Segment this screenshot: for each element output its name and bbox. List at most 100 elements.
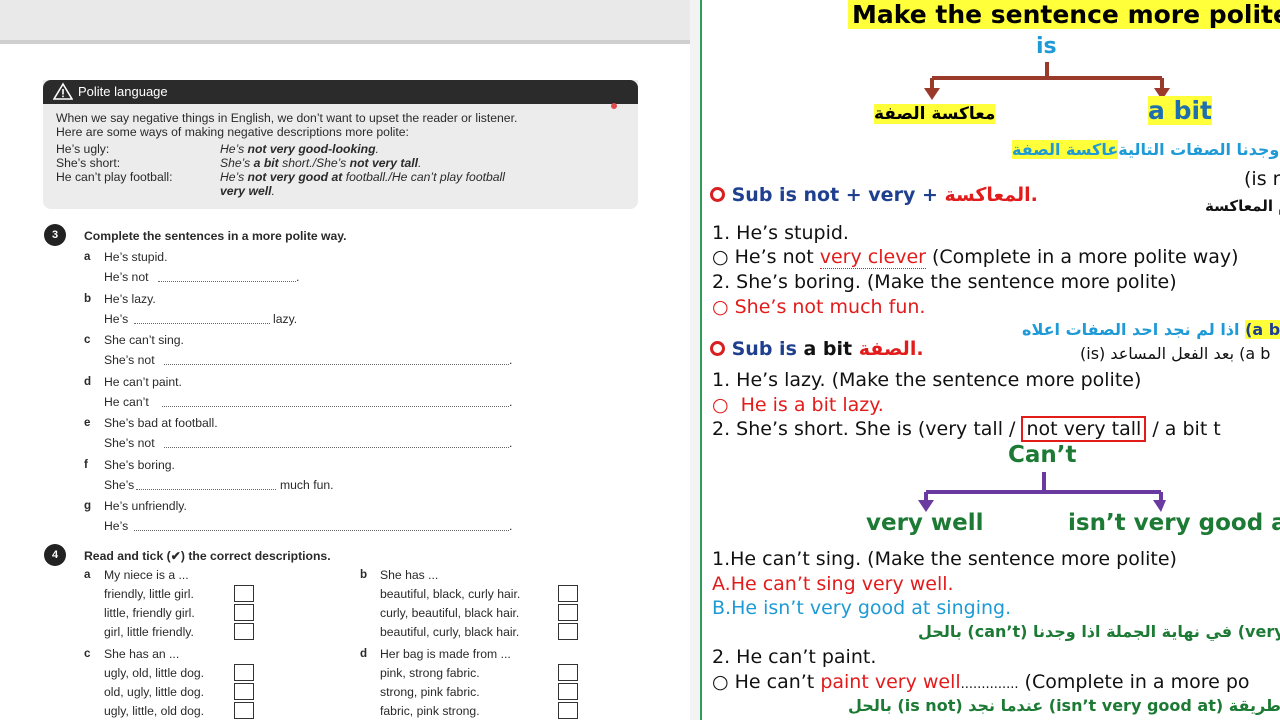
option-label: little, friendly girl. bbox=[104, 606, 195, 620]
warning-icon bbox=[53, 82, 73, 100]
arabic-note-5: بالحل (is not) عندما نجد (isn’t very goo… bbox=[848, 696, 1280, 715]
answer-blank[interactable] bbox=[134, 530, 509, 531]
answer-blank[interactable] bbox=[136, 489, 276, 490]
item-answer-start: He’s bbox=[104, 312, 129, 326]
exercise-instruction: Complete the sentences in a more polite … bbox=[84, 229, 347, 243]
cut-text: (is r bbox=[1244, 168, 1280, 190]
item-answer-end: . bbox=[509, 436, 513, 450]
group-title: My niece is a ... bbox=[104, 568, 189, 582]
item-letter: e bbox=[84, 416, 91, 429]
explanation-board: Make the sentence more polite is معاكسة … bbox=[702, 0, 1280, 720]
tick-checkbox[interactable] bbox=[558, 623, 578, 640]
sentence-5: 1.He can’t sing. (Make the sentence more… bbox=[712, 548, 1177, 570]
tick-checkbox[interactable] bbox=[558, 604, 578, 621]
bullet-circle-icon bbox=[710, 187, 725, 202]
item-answer-end: much fun. bbox=[280, 478, 334, 492]
item-answer-end: . bbox=[509, 519, 513, 533]
answer-blank[interactable] bbox=[164, 364, 509, 365]
item-letter: f bbox=[84, 458, 88, 471]
sentence-5-answer-b: B.He isn’t very good at singing. bbox=[712, 597, 1012, 619]
item-question: He’s lazy. bbox=[104, 292, 156, 306]
answer-blank[interactable] bbox=[158, 281, 296, 282]
arabic-note-4: بالحل (can’t) في نهاية الجملة اذا وجدنا … bbox=[918, 622, 1280, 641]
example-text-cont: very well. bbox=[220, 184, 275, 198]
bullet-circle-icon bbox=[710, 341, 725, 356]
sentence-1: 1. He’s stupid. bbox=[712, 222, 849, 244]
item-answer-start: He’s not bbox=[104, 270, 149, 284]
tick-checkbox[interactable] bbox=[234, 623, 254, 640]
item-answer-start: She’s not bbox=[104, 353, 155, 367]
tick-checkbox[interactable] bbox=[234, 585, 254, 602]
option-label: fabric, pink strong. bbox=[380, 704, 480, 718]
cursor-dot bbox=[611, 103, 617, 109]
option-label: old, ugly, little dog. bbox=[104, 685, 205, 699]
option-label: pink, strong fabric. bbox=[380, 666, 480, 680]
item-answer-end: . bbox=[509, 395, 513, 409]
item-question: She can’t sing. bbox=[104, 333, 184, 347]
answer-blank[interactable] bbox=[162, 406, 509, 407]
isnt-very-good-label: isn’t very good a bbox=[1068, 510, 1280, 536]
board-title: Make the sentence more polite bbox=[848, 0, 1280, 29]
sentence-3: 1. He’s lazy. (Make the sentence more po… bbox=[712, 369, 1142, 391]
tick-checkbox[interactable] bbox=[558, 585, 578, 602]
item-letter: c bbox=[84, 333, 91, 346]
example-text: He’s not very good-looking. bbox=[220, 142, 379, 156]
sentence-2: 2. She’s boring. (Make the sentence more… bbox=[712, 271, 1177, 293]
group-letter: d bbox=[360, 647, 368, 660]
item-answer-start: He’s bbox=[104, 519, 129, 533]
item-question: He can’t paint. bbox=[104, 375, 182, 389]
arabic-note-cut: م المعاكسة bbox=[1205, 197, 1280, 215]
arabic-note-2: اذا لم نجد احد الصفات اعلاه (a bit bbox=[1022, 320, 1280, 339]
tick-checkbox[interactable] bbox=[234, 702, 254, 719]
group-title: She has an ... bbox=[104, 647, 180, 661]
sentence-4: 2. She’s short. She is (very tall / not … bbox=[712, 416, 1221, 442]
example-text: He’s not very good at football./He can’t… bbox=[220, 170, 505, 184]
box-title: Polite language bbox=[78, 84, 168, 99]
option-label: curly, beautiful, black hair. bbox=[380, 606, 520, 620]
rule-1: Sub is not + very + المعاكسة. bbox=[710, 184, 1038, 206]
sentence-6: 2. He can’t paint. bbox=[712, 646, 877, 668]
item-answer-end: lazy. bbox=[273, 312, 298, 326]
tick-checkbox[interactable] bbox=[558, 683, 578, 700]
item-answer-start: She’s bbox=[104, 478, 135, 492]
item-answer-start: She’s not bbox=[104, 436, 155, 450]
example-label: She’s short: bbox=[56, 156, 121, 170]
group-title: Her bag is made from ... bbox=[380, 647, 511, 661]
exercise-number: 3 bbox=[44, 224, 66, 246]
example-text: She’s a bit short./She’s not very tall. bbox=[220, 156, 422, 170]
answer-blank[interactable] bbox=[164, 447, 509, 448]
answer-blank[interactable] bbox=[134, 323, 270, 324]
very-well-label: very well bbox=[866, 510, 984, 536]
textbook-page: Polite language When we say negative thi… bbox=[0, 0, 690, 720]
tick-checkbox[interactable] bbox=[234, 683, 254, 700]
exercise-instruction: Read and tick (✔) the correct descriptio… bbox=[84, 549, 331, 563]
item-answer-start: He can’t bbox=[104, 395, 149, 409]
example-label: He’s ugly: bbox=[56, 142, 110, 156]
item-question: He’s unfriendly. bbox=[104, 499, 187, 513]
group-letter: a bbox=[84, 568, 91, 581]
sentence-6-answer: ○ He can’t paint very well..............… bbox=[712, 671, 1250, 693]
item-answer-end: . bbox=[509, 353, 513, 367]
tick-checkbox[interactable] bbox=[234, 664, 254, 681]
page-top-gray-band bbox=[0, 0, 690, 40]
branch-arrows-2 bbox=[918, 472, 1166, 512]
option-label: strong, pink fabric. bbox=[380, 685, 480, 699]
cant-label: Can’t bbox=[1008, 442, 1077, 468]
page-gutter bbox=[690, 0, 700, 720]
option-label: beautiful, black, curly hair. bbox=[380, 587, 521, 601]
item-answer-end: . bbox=[296, 270, 300, 284]
sentence-2-answer: ○ She’s not much fun. bbox=[712, 296, 926, 318]
item-question: She’s bad at football. bbox=[104, 416, 218, 430]
option-label: friendly, little girl. bbox=[104, 587, 194, 601]
tick-checkbox[interactable] bbox=[234, 604, 254, 621]
is-label: is bbox=[1036, 34, 1057, 59]
tick-checkbox[interactable] bbox=[558, 702, 578, 719]
option-label: ugly, old, little dog. bbox=[104, 666, 205, 680]
arabic-note-1: اذا وجدنا الصفات التاليةعاكسة الصفة bbox=[1012, 140, 1280, 159]
option-label: beautiful, curly, black hair. bbox=[380, 625, 520, 639]
box-intro-2: Here are some ways of making negative de… bbox=[56, 125, 409, 139]
tick-checkbox[interactable] bbox=[558, 664, 578, 681]
rule-2: Sub is a bit الصفة. bbox=[710, 338, 924, 360]
sentence-1-answer: ○ He’s not very clever (Complete in a mo… bbox=[712, 246, 1239, 269]
item-letter: a bbox=[84, 250, 91, 263]
